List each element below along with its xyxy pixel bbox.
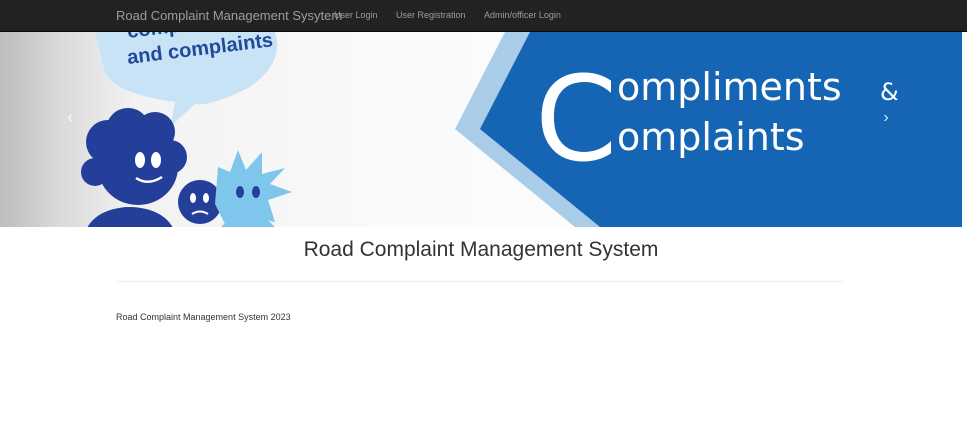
carousel-prev-control[interactable]: ‹ (60, 107, 80, 129)
spiky-character-illustration (215, 150, 292, 227)
carousel-next-control[interactable]: › (876, 107, 896, 129)
compliments-complaints-banner-image: comp and complaints (81, 32, 962, 227)
nav-user-login[interactable]: User Login (334, 10, 378, 20)
headline-line1: ompliments (617, 65, 842, 109)
headline-line2: omplaints (617, 115, 805, 159)
footer-copyright: Road Complaint Management System 2023 (116, 312, 291, 322)
nav-user-registration[interactable]: User Registration (396, 10, 466, 20)
page-title: Road Complaint Management System (303, 238, 659, 261)
headline-big-c: C (535, 50, 617, 188)
nav-admin-officer-login[interactable]: Admin/officer Login (484, 10, 561, 20)
headline-ampersand: & (880, 78, 899, 106)
divider (116, 281, 844, 282)
navbar-brand[interactable]: Road Complaint Management Sysytem (116, 8, 342, 23)
top-navbar: Road Complaint Management Sysytem User L… (0, 0, 967, 32)
chevron-left-icon: ‹ (67, 109, 73, 126)
hero-carousel: comp and complaints (0, 32, 962, 227)
happy-character-illustration (81, 108, 187, 227)
chevron-right-icon: › (883, 109, 889, 126)
